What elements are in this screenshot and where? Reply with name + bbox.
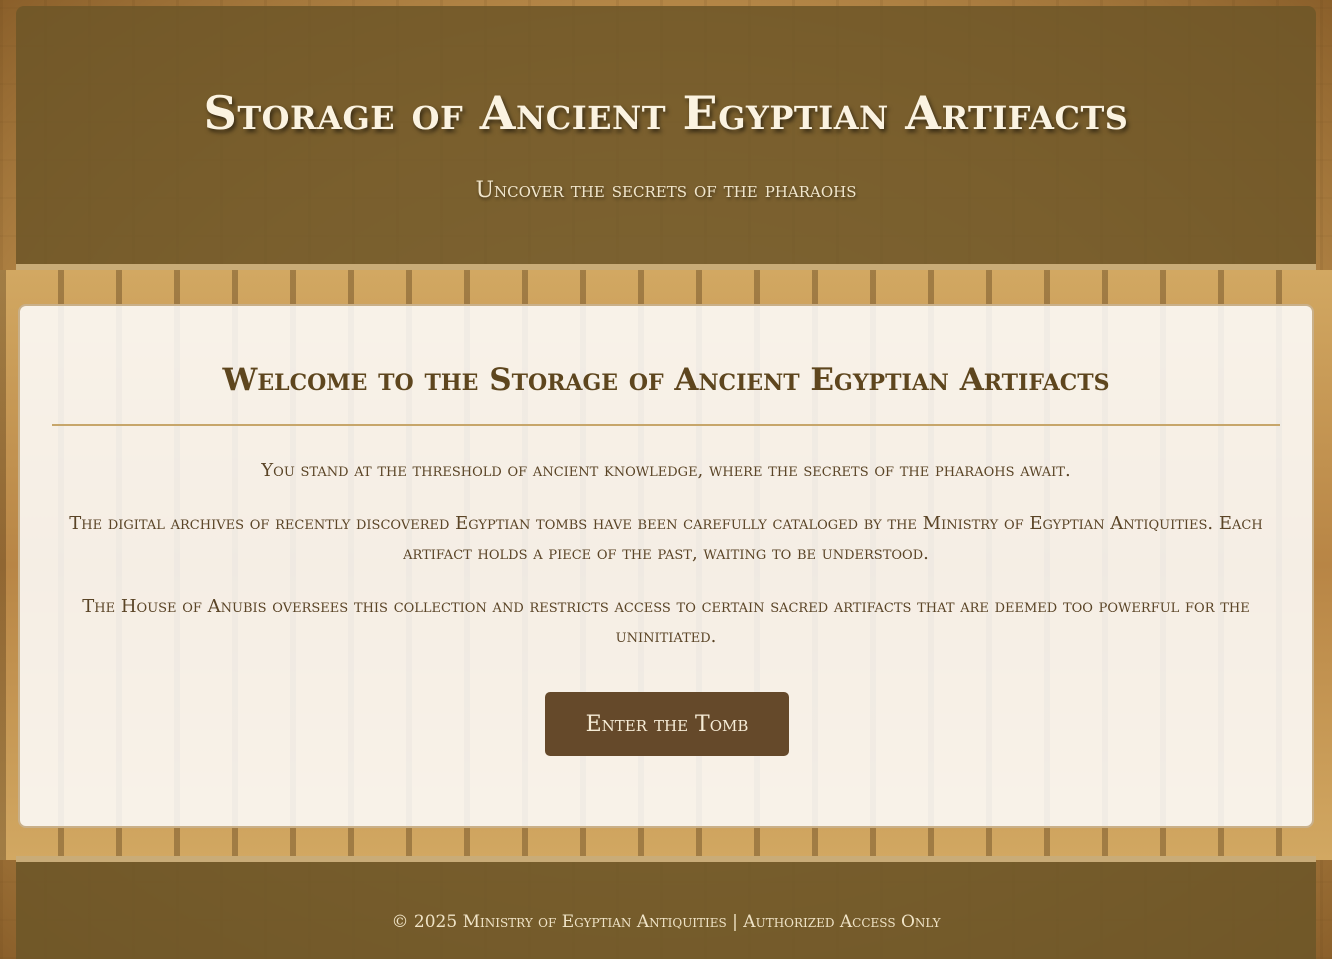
site-header: Storage of Ancient Egyptian Artifacts Un… (16, 6, 1316, 270)
enter-tomb-button[interactable]: Enter the Tomb (545, 692, 789, 756)
anubis-paragraph: The House of Anubis oversees this collec… (82, 596, 1250, 647)
intro-paragraph: You stand at the threshold of ancient kn… (261, 460, 1071, 481)
welcome-card: Welcome to the Storage of Ancient Egypti… (18, 304, 1314, 828)
site-subtitle: Uncover the secrets of the pharaohs (475, 178, 857, 203)
title-divider (52, 424, 1280, 426)
archives-paragraph: The digital archives of recently discove… (69, 513, 1263, 564)
site-title: Storage of Ancient Egyptian Artifacts (203, 86, 1129, 140)
footer-text: © 2025 Ministry of Egyptian Antiquities … (391, 912, 941, 932)
site-footer: © 2025 Ministry of Egyptian Antiquities … (16, 856, 1316, 959)
welcome-title: Welcome to the Storage of Ancient Egypti… (222, 362, 1110, 398)
